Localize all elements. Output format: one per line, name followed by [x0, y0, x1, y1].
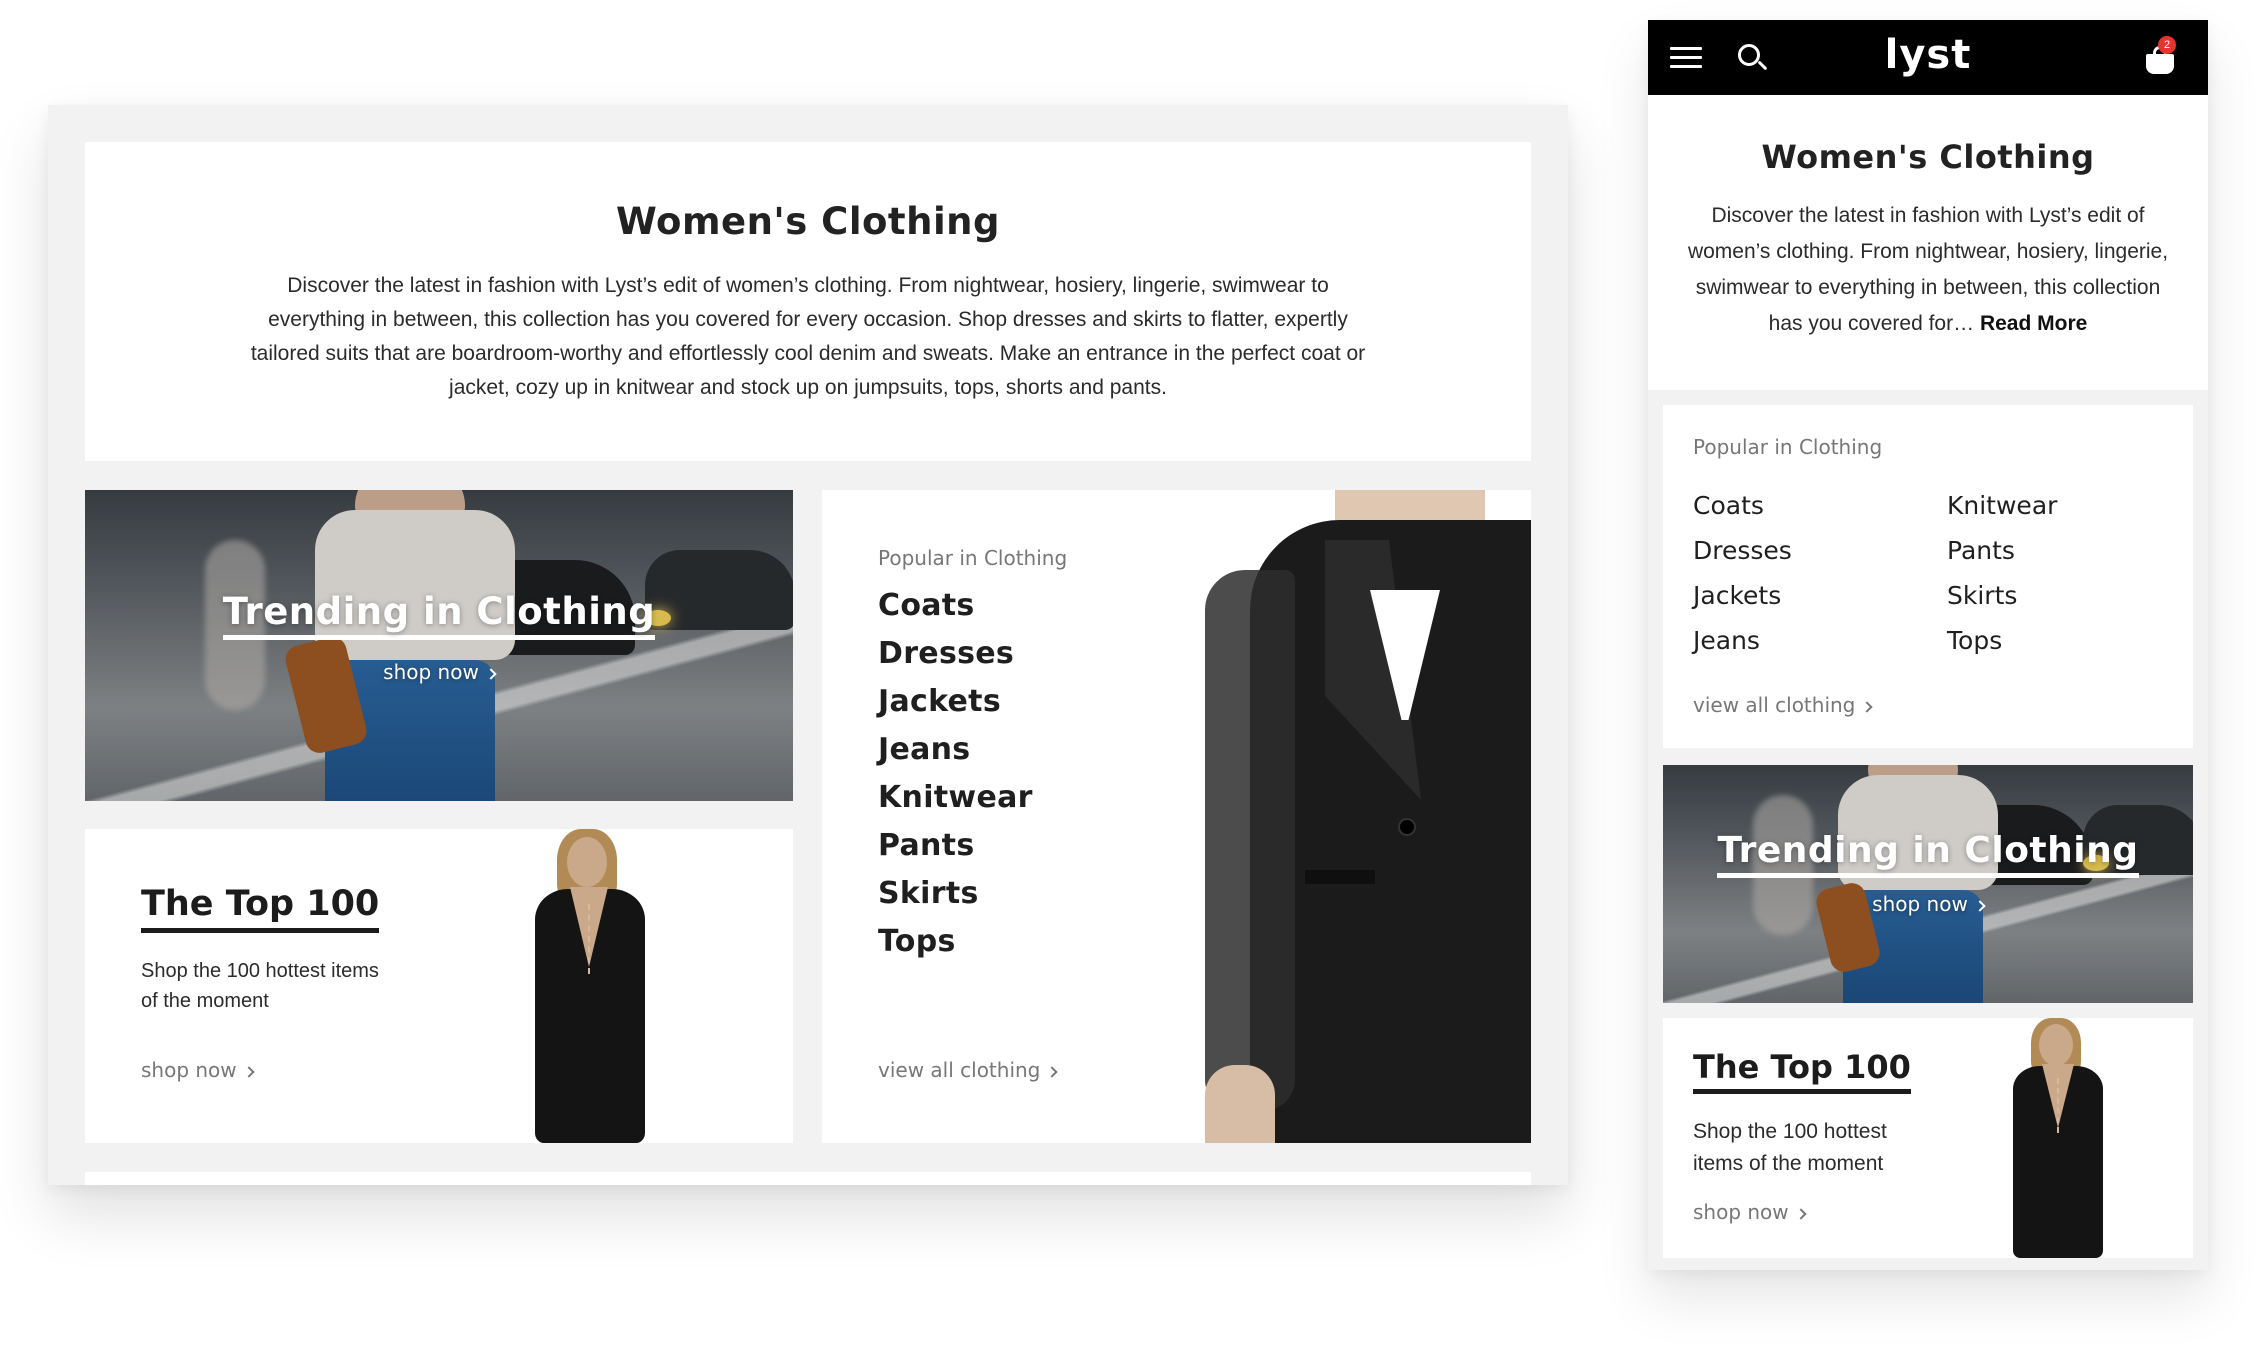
jacket-sleeve: [1205, 570, 1295, 1110]
top100-shop-now[interactable]: shop now: [1693, 1200, 1807, 1224]
popular-item-skirts[interactable]: Skirts: [1947, 573, 2057, 618]
trending-title: Trending in Clothing: [1717, 830, 2139, 878]
chevron-right-icon: [1046, 1066, 1059, 1078]
trending-banner[interactable]: Trending in Clothing shop now: [85, 490, 793, 801]
mobile-mockup: lyst 2 Women's Clothing Discover the lat…: [1648, 20, 2208, 1270]
jacket-model-image: [1205, 490, 1531, 1143]
chevron-right-icon: [1794, 1208, 1807, 1220]
popular-item-tops[interactable]: Tops: [878, 918, 1033, 966]
lyst-logo[interactable]: lyst: [1648, 32, 2208, 78]
view-all-clothing-link[interactable]: view all clothing: [878, 1058, 1059, 1082]
next-section-edge: [85, 1172, 1531, 1185]
top100-title: The Top 100: [1693, 1048, 1911, 1094]
popular-list: Coats Dresses Jackets Jeans Knitwear Pan…: [878, 582, 1033, 966]
popular-in-clothing-card: Popular in Clothing Coats Dresses Jacket…: [822, 490, 1531, 1143]
intro-text: Discover the latest in fashion with Lyst…: [1687, 204, 2169, 335]
popular-item-jackets[interactable]: Jackets: [1693, 573, 1792, 618]
read-more-link[interactable]: Read More: [1980, 312, 2087, 335]
chevron-right-icon: [1974, 900, 1986, 912]
popular-item-pants[interactable]: Pants: [878, 822, 1033, 870]
chevron-right-icon: [485, 668, 497, 680]
view-all-label: view all clothing: [878, 1058, 1041, 1082]
mobile-page-title: Women's Clothing: [1761, 138, 2095, 176]
chevron-right-icon: [1861, 701, 1874, 713]
popular-item-jeans[interactable]: Jeans: [878, 726, 1033, 774]
mobile-popular-card: Popular in Clothing Coats Dresses Jacket…: [1663, 405, 2193, 748]
mobile-nav-bar: lyst 2: [1648, 20, 2208, 95]
popular-item-dresses[interactable]: Dresses: [878, 630, 1033, 678]
trending-shop-now[interactable]: shop now: [1663, 892, 2193, 916]
mobile-top100-card[interactable]: The Top 100 Shop the 100 hottest items o…: [1663, 1018, 2193, 1258]
popular-item-knitwear[interactable]: Knitwear: [878, 774, 1033, 822]
intro-description: Discover the latest in fashion with Lyst…: [250, 274, 1366, 399]
desktop-mockup: Women's Clothing Discover the latest in …: [48, 105, 1568, 1185]
popular-item-knitwear[interactable]: Knitwear: [1947, 483, 2057, 528]
top100-title: The Top 100: [141, 884, 380, 933]
shop-now-label: shop now: [383, 660, 479, 684]
banner-text: Trending in Clothing shop now: [85, 590, 793, 684]
trending-shop-now[interactable]: shop now: [85, 660, 793, 684]
popular-item-skirts[interactable]: Skirts: [878, 870, 1033, 918]
dress-lacing: [2057, 1078, 2059, 1133]
top100-card[interactable]: The Top 100 Shop the 100 hottest items o…: [85, 829, 793, 1143]
view-all-label: view all clothing: [1693, 693, 1856, 717]
banner-text: Trending in Clothing shop now: [1663, 830, 2193, 916]
trending-title: Trending in Clothing: [222, 590, 656, 640]
dress-model-image: [1998, 1018, 2118, 1258]
jacket-button: [1400, 820, 1414, 834]
cart-count-badge: 2: [2158, 36, 2176, 54]
mobile-intro-section: Women's Clothing Discover the latest in …: [1648, 95, 2208, 390]
popular-item-coats[interactable]: Coats: [1693, 483, 1792, 528]
intro-section: Women's Clothing Discover the latest in …: [85, 142, 1531, 461]
page-title: Women's Clothing: [616, 200, 1000, 243]
model-head: [567, 837, 607, 887]
popular-item-jeans[interactable]: Jeans: [1693, 618, 1792, 663]
chevron-right-icon: [242, 1066, 255, 1078]
mobile-intro-description: Discover the latest in fashion with Lyst…: [1678, 198, 2178, 342]
popular-item-dresses[interactable]: Dresses: [1693, 528, 1792, 573]
view-all-clothing-link[interactable]: view all clothing: [1693, 693, 1874, 717]
jacket-pocket: [1305, 870, 1375, 884]
popular-item-coats[interactable]: Coats: [878, 582, 1033, 630]
top100-shop-now[interactable]: shop now: [141, 1058, 255, 1082]
shop-now-label: shop now: [141, 1058, 237, 1082]
shop-now-label: shop now: [1693, 1200, 1789, 1224]
popular-label: Popular in Clothing: [1693, 435, 1883, 459]
model-head: [2039, 1024, 2073, 1066]
popular-item-pants[interactable]: Pants: [1947, 528, 2057, 573]
dress-lacing: [588, 904, 590, 974]
dress-model-image: [515, 829, 665, 1143]
top100-description: Shop the 100 hottest items of the moment: [141, 960, 379, 1012]
model-hand: [1205, 1065, 1275, 1143]
popular-label: Popular in Clothing: [878, 546, 1068, 570]
popular-column-1: Coats Dresses Jackets Jeans: [1693, 483, 1792, 663]
shop-now-label: shop now: [1872, 892, 1968, 916]
popular-item-tops[interactable]: Tops: [1947, 618, 2057, 663]
popular-column-2: Knitwear Pants Skirts Tops: [1947, 483, 2057, 663]
popular-item-jackets[interactable]: Jackets: [878, 678, 1033, 726]
top100-description: Shop the 100 hottest items of the moment: [1693, 1120, 1887, 1175]
mobile-trending-banner[interactable]: Trending in Clothing shop now: [1663, 765, 2193, 1003]
